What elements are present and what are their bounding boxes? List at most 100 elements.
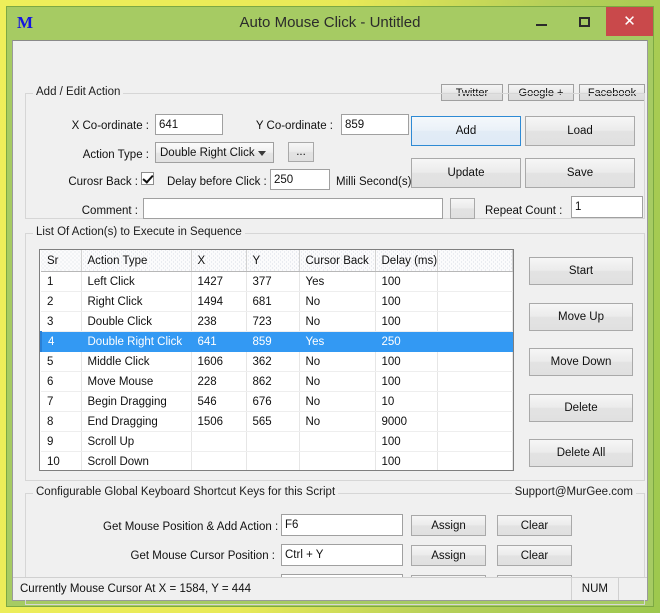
clear-button-1[interactable]: Clear [497, 545, 572, 566]
content-region: Twitter Google + Facebook Add / Edit Act… [13, 41, 647, 577]
column-header-delay[interactable]: Delay (ms) [375, 250, 437, 272]
cell-sr: 1 [41, 272, 81, 292]
client-area: Twitter Google + Facebook Add / Edit Act… [12, 40, 648, 601]
cell-filler [437, 272, 513, 292]
table-row[interactable]: 7Begin Dragging546676No10 [41, 392, 513, 412]
save-button[interactable]: Save [525, 158, 635, 188]
action-table: Sr Action Type X Y Cursor Back Delay (ms… [40, 250, 513, 471]
cell-sr: 8 [41, 412, 81, 432]
cell-y: 676 [246, 392, 299, 412]
cell-x: 546 [191, 392, 246, 412]
cell-sr: 2 [41, 292, 81, 312]
shortcut-input-0[interactable] [281, 514, 403, 536]
cell-x: 238 [191, 312, 246, 332]
cell-delay: 9000 [375, 412, 437, 432]
table-row[interactable]: 6Move Mouse228862No100 [41, 372, 513, 392]
cell-cursor-back [299, 452, 375, 472]
cell-filler [437, 312, 513, 332]
cell-sr: 4 [41, 332, 81, 352]
cell-delay: 10 [375, 392, 437, 412]
cell-filler [437, 292, 513, 312]
y-coordinate-input[interactable] [341, 114, 409, 135]
shortcut-input-1[interactable] [281, 544, 403, 566]
cell-delay: 100 [375, 452, 437, 472]
cell-y: 862 [246, 372, 299, 392]
cell-x: 641 [191, 332, 246, 352]
comment-extra-button[interactable] [450, 198, 475, 219]
cursor-back-label: Curosr Back : [43, 176, 138, 188]
delete-button[interactable]: Delete [529, 394, 633, 422]
cell-sr: 10 [41, 452, 81, 472]
action-table-body: 1Left Click1427377Yes1002Right Click1494… [41, 272, 513, 472]
action-type-select[interactable]: Double Right Click [155, 142, 274, 163]
cell-action-type: Double Click [81, 312, 191, 332]
cell-cursor-back: Yes [299, 332, 375, 352]
cell-filler [437, 332, 513, 352]
status-bar: Currently Mouse Cursor At X = 1584, Y = … [13, 577, 647, 600]
load-button[interactable]: Load [525, 116, 635, 146]
repeat-count-input[interactable] [571, 196, 643, 218]
table-row[interactable]: 8End Dragging1506565No9000 [41, 412, 513, 432]
add-button[interactable]: Add [411, 116, 521, 146]
column-header-action-type[interactable]: Action Type [81, 250, 191, 272]
num-lock-indicator: NUM [571, 578, 619, 600]
repeat-count-label: Repeat Count : [485, 205, 562, 217]
table-header-row: Sr Action Type X Y Cursor Back Delay (ms… [41, 250, 513, 272]
clear-button-0[interactable]: Clear [497, 515, 572, 536]
assign-button-0[interactable]: Assign [411, 515, 486, 536]
cell-delay: 100 [375, 432, 437, 452]
cursor-back-checkbox[interactable] [141, 172, 154, 185]
maximize-icon [579, 17, 590, 27]
column-header-x[interactable]: X [191, 250, 246, 272]
maximize-button[interactable] [563, 7, 606, 36]
table-row[interactable]: 3Double Click238723No100 [41, 312, 513, 332]
table-row[interactable]: 2Right Click1494681No100 [41, 292, 513, 312]
column-header-filler[interactable] [437, 250, 513, 272]
cell-x: 1606 [191, 352, 246, 372]
minimize-button[interactable] [520, 7, 563, 36]
cell-sr: 3 [41, 312, 81, 332]
cell-action-type: Scroll Up [81, 432, 191, 452]
cell-delay: 100 [375, 312, 437, 332]
delay-input[interactable] [270, 169, 330, 190]
support-email-label: Support@MurGee.com [512, 486, 636, 498]
cell-cursor-back: No [299, 412, 375, 432]
cell-y: 859 [246, 332, 299, 352]
x-coordinate-input[interactable] [155, 114, 223, 135]
comment-label: Comment : [43, 205, 138, 217]
minimize-icon [536, 24, 547, 26]
table-row[interactable]: 5Middle Click1606362No100 [41, 352, 513, 372]
table-row[interactable]: 1Left Click1427377Yes100 [41, 272, 513, 292]
cell-action-type: Right Click [81, 292, 191, 312]
table-row[interactable]: 4Double Right Click641859Yes250 [41, 332, 513, 352]
column-header-sr[interactable]: Sr [41, 250, 81, 272]
cell-cursor-back: No [299, 352, 375, 372]
cell-action-type: Scroll Down [81, 452, 191, 472]
action-list-legend: List Of Action(s) to Execute in Sequence [33, 226, 245, 238]
move-up-button[interactable]: Move Up [529, 303, 633, 331]
cell-x: 1494 [191, 292, 246, 312]
cell-delay: 100 [375, 272, 437, 292]
cell-cursor-back: No [299, 292, 375, 312]
move-down-button[interactable]: Move Down [529, 348, 633, 376]
assign-button-1[interactable]: Assign [411, 545, 486, 566]
table-row[interactable]: 9Scroll Up100 [41, 432, 513, 452]
update-button[interactable]: Update [411, 158, 521, 188]
cell-x: 1506 [191, 412, 246, 432]
column-header-cursor-back[interactable]: Cursor Back [299, 250, 375, 272]
comment-input[interactable] [143, 198, 443, 219]
cell-cursor-back: No [299, 392, 375, 412]
cell-x: 228 [191, 372, 246, 392]
title-bar[interactable]: M Auto Mouse Click - Untitled ✕ [7, 7, 653, 40]
cell-action-type: Left Click [81, 272, 191, 292]
delete-all-button[interactable]: Delete All [529, 439, 633, 467]
start-button[interactable]: Start [529, 257, 633, 285]
action-type-label: Action Type : [43, 149, 149, 161]
close-button[interactable]: ✕ [606, 7, 653, 36]
column-header-y[interactable]: Y [246, 250, 299, 272]
cell-action-type: Begin Dragging [81, 392, 191, 412]
action-list-grid[interactable]: Sr Action Type X Y Cursor Back Delay (ms… [39, 249, 514, 471]
table-row[interactable]: 10Scroll Down 100 [41, 452, 513, 472]
window-controls: ✕ [520, 7, 653, 36]
browse-button[interactable]: ... [288, 142, 314, 162]
